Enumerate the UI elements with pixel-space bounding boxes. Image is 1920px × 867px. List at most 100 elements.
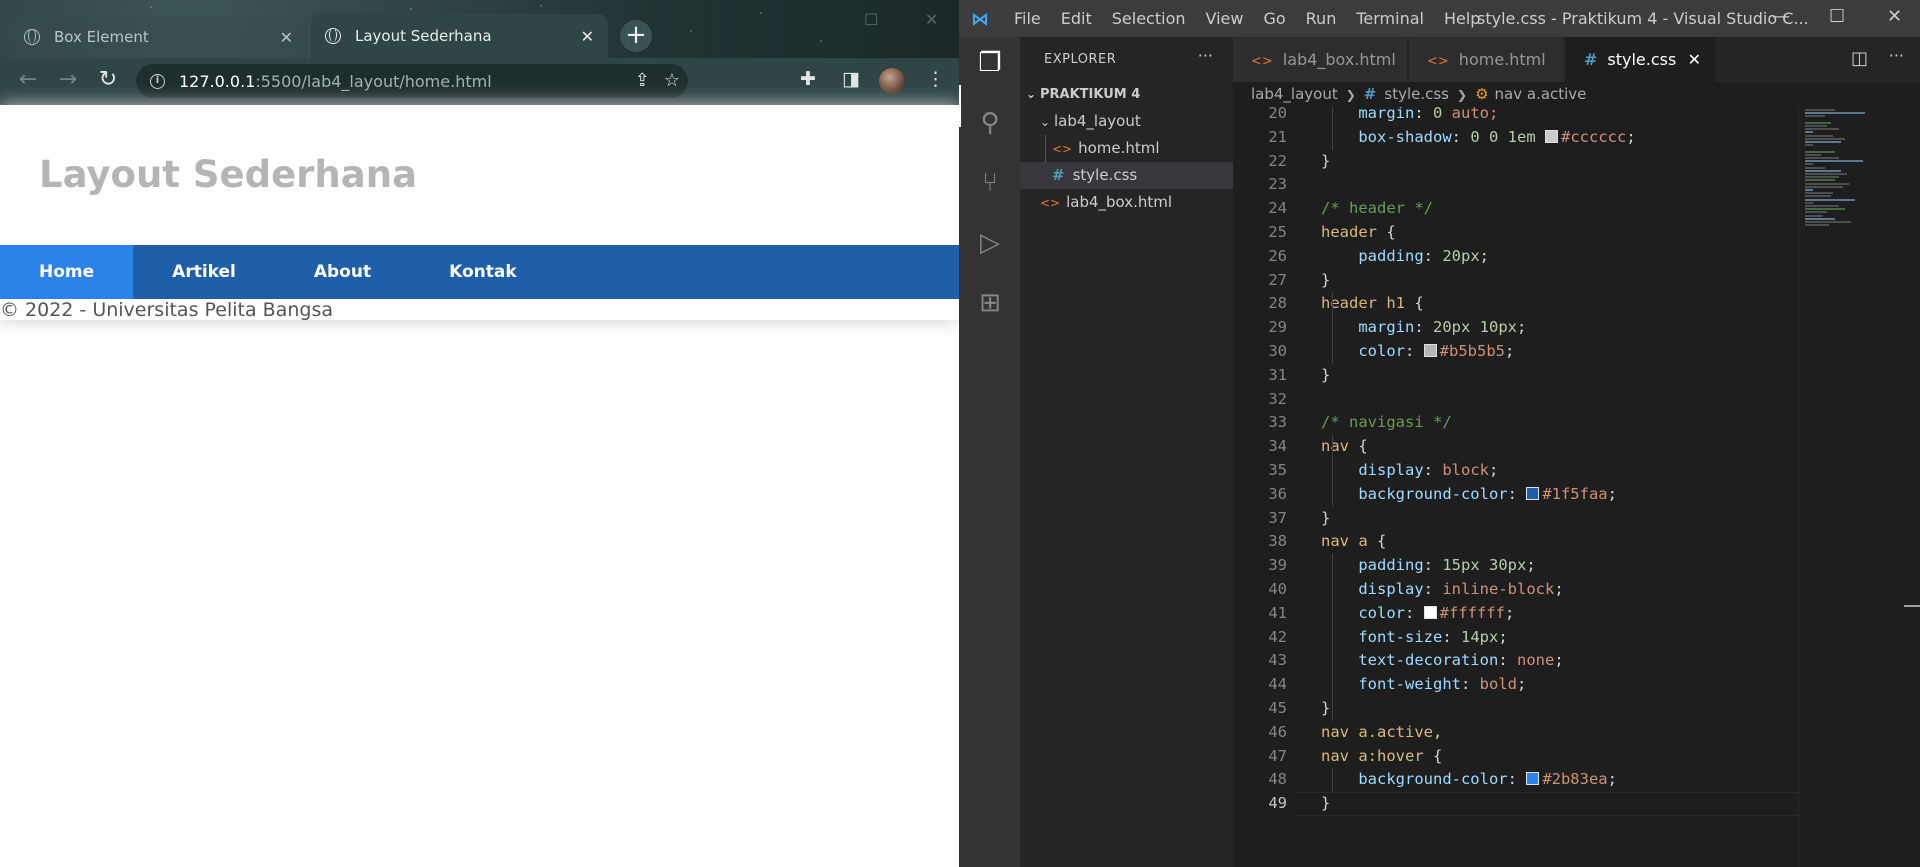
tree-file-lab4-box-html[interactable]: <> lab4_box.html xyxy=(1020,189,1233,216)
close-icon[interactable]: ✕ xyxy=(1688,37,1701,82)
nav-link-kontak[interactable]: Kontak xyxy=(410,245,556,299)
forward-arrow-icon[interactable]: → xyxy=(55,68,81,94)
code-line[interactable]: 35 display: block; xyxy=(1233,459,1798,483)
code-line[interactable]: 39 padding: 15px 30px; xyxy=(1233,554,1798,578)
extensions-puzzle-icon[interactable]: ✚ xyxy=(800,68,816,90)
menu-selection[interactable]: Selection xyxy=(1112,9,1186,28)
code-line[interactable]: 37} xyxy=(1233,507,1798,531)
editor-tab-lab4-box-html[interactable]: <> lab4_box.html xyxy=(1233,37,1408,82)
back-arrow-icon[interactable]: ← xyxy=(15,68,41,94)
code-line[interactable]: 22} xyxy=(1233,150,1798,174)
new-tab-button[interactable]: + xyxy=(620,20,652,52)
tab-label: lab4_box.html xyxy=(1282,50,1396,69)
kebab-menu-icon[interactable]: ⋮ xyxy=(926,68,945,90)
more-actions-icon[interactable]: ··· xyxy=(1889,46,1904,65)
code-line[interactable]: 44 font-weight: bold; xyxy=(1233,673,1798,697)
info-icon[interactable]: i xyxy=(150,73,165,89)
code-line[interactable]: 43 text-decoration: none; xyxy=(1233,649,1798,673)
page-heading: Layout Sederhana xyxy=(39,153,418,196)
menu-go[interactable]: Go xyxy=(1263,9,1285,28)
menu-terminal[interactable]: Terminal xyxy=(1356,9,1424,28)
breadcrumb-folder[interactable]: lab4_layout xyxy=(1251,85,1338,103)
code-line[interactable]: 24 /* header */ xyxy=(1233,197,1798,221)
close-window-icon[interactable]: ✕ xyxy=(1887,6,1902,27)
code-line[interactable]: 48 background-color: #2b83ea; xyxy=(1233,768,1798,792)
color-swatch[interactable] xyxy=(1545,129,1558,143)
close-window-icon[interactable]: ✕ xyxy=(925,10,938,29)
split-editor-icon[interactable]: ◫ xyxy=(1851,48,1868,69)
code-line[interactable]: 21 box-shadow: 0 0 1em #cccccc; xyxy=(1233,126,1798,150)
code-line[interactable]: 38 nav a { xyxy=(1233,530,1798,554)
minimap-line xyxy=(1805,214,1823,217)
code-text: nav a:hover { xyxy=(1321,746,1443,765)
code-line[interactable]: 27} xyxy=(1233,269,1798,293)
minimap-line xyxy=(1805,211,1827,214)
source-control-icon[interactable]: ⑂ xyxy=(974,167,1006,199)
breadcrumb-symbol[interactable]: nav a.active xyxy=(1495,85,1587,103)
workspace-folder[interactable]: ⌄ PRAKTIKUM 4 xyxy=(1020,81,1233,108)
color-swatch[interactable] xyxy=(1423,344,1437,357)
code-editor[interactable]: 20 margin: 0 auto; 21 box-shadow: 0 0 1em… xyxy=(1233,107,1798,867)
nav-link-home[interactable]: Home xyxy=(0,245,134,299)
reload-icon[interactable]: ↻ xyxy=(95,68,121,94)
minimap[interactable] xyxy=(1798,107,1920,867)
code-line[interactable]: 42 font-size: 14px; xyxy=(1233,626,1798,650)
code-line[interactable]: 49} xyxy=(1233,792,1798,816)
menu-run[interactable]: Run xyxy=(1306,9,1337,28)
code-line[interactable]: 46 nav a.active, xyxy=(1233,721,1798,745)
code-line[interactable]: 32 xyxy=(1233,388,1798,412)
code-line[interactable]: 34 nav { xyxy=(1233,435,1798,459)
maximize-icon[interactable]: ☐ xyxy=(1829,6,1845,27)
color-swatch[interactable] xyxy=(1526,486,1540,500)
code-line[interactable]: 33 /* navigasi */ xyxy=(1233,411,1798,435)
bookmark-star-icon[interactable]: ☆ xyxy=(664,70,680,91)
code-line[interactable]: 45} xyxy=(1233,697,1798,721)
tab-label: style.css xyxy=(1607,50,1677,69)
address-bar[interactable]: i 127.0.0.1 :5500/lab4_layout/home.html … xyxy=(136,64,688,98)
tree-file-home-html[interactable]: <> home.html xyxy=(1020,135,1233,162)
minimize-icon[interactable]: — xyxy=(1772,6,1790,27)
nav-link-artikel[interactable]: Artikel xyxy=(133,245,275,299)
menu-help[interactable]: Help xyxy=(1444,9,1480,28)
code-line[interactable]: 20 margin: 0 auto; xyxy=(1233,107,1798,126)
tree-file-style-css[interactable]: # style.css xyxy=(1020,162,1233,189)
code-line[interactable]: 47 nav a:hover { xyxy=(1233,745,1798,769)
code-line[interactable]: 26 padding: 20px; xyxy=(1233,245,1798,269)
close-icon[interactable]: ✕ xyxy=(581,27,594,46)
line-number: 36 xyxy=(1268,484,1287,503)
run-debug-icon[interactable]: ▷ xyxy=(974,227,1006,259)
code-line[interactable]: 36 background-color: #1f5faa; xyxy=(1233,483,1798,507)
maximize-icon[interactable]: ☐ xyxy=(864,10,878,29)
editor-tab-home-html[interactable]: <> home.html xyxy=(1409,37,1565,82)
code-line[interactable]: 28 header h1 { xyxy=(1233,292,1798,316)
browser-tab-layout-sederhana[interactable]: Layout Sederhana ✕ xyxy=(311,14,608,58)
code-line[interactable]: 31} xyxy=(1233,364,1798,388)
html-file-icon: <> xyxy=(1251,54,1273,69)
code-line[interactable]: 40 display: inline-block; xyxy=(1233,578,1798,602)
code-line[interactable]: 23 xyxy=(1233,173,1798,197)
nav-link-about[interactable]: About xyxy=(275,245,410,299)
close-icon[interactable]: ✕ xyxy=(280,28,293,47)
code-line[interactable]: 30 color: #b5b5b5; xyxy=(1233,340,1798,364)
browser-tab-box-element[interactable]: Box Element ✕ xyxy=(10,16,307,58)
minimap-line xyxy=(1805,153,1821,156)
menu-file[interactable]: File xyxy=(1014,9,1041,28)
color-swatch[interactable] xyxy=(1423,605,1437,619)
code-line[interactable]: 29 margin: 20px 10px; xyxy=(1233,316,1798,340)
code-line[interactable]: 25 header { xyxy=(1233,221,1798,245)
profile-avatar[interactable] xyxy=(879,68,905,94)
explorer-files-icon[interactable]: ❐ xyxy=(974,47,1006,79)
menu-view[interactable]: View xyxy=(1206,9,1244,28)
side-panel-icon[interactable]: ◨ xyxy=(842,68,860,90)
editor-tab-style-css[interactable]: # style.css ✕ xyxy=(1566,37,1716,82)
code-line[interactable]: 41 color: #ffffff; xyxy=(1233,602,1798,626)
more-actions-icon[interactable]: ··· xyxy=(1198,46,1213,65)
breadcrumb-file[interactable]: style.css xyxy=(1384,85,1449,103)
extensions-icon[interactable]: ⊞ xyxy=(974,287,1006,319)
color-swatch[interactable] xyxy=(1526,772,1540,786)
menu-edit[interactable]: Edit xyxy=(1061,9,1092,28)
share-icon[interactable]: ⇪ xyxy=(635,70,650,91)
search-icon[interactable]: ⚲ xyxy=(974,107,1006,139)
indent-guide xyxy=(1332,292,1333,364)
tree-folder-lab4-layout[interactable]: ⌄ lab4_layout xyxy=(1020,108,1233,135)
